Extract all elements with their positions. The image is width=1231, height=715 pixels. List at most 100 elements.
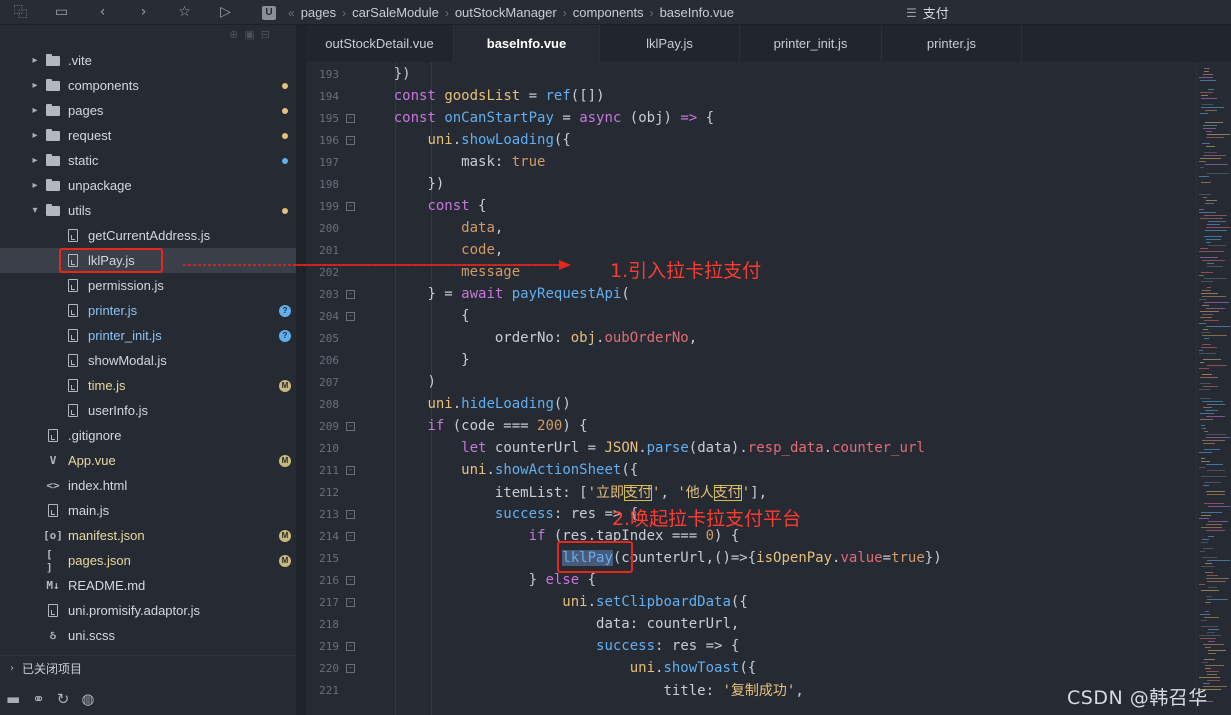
code-line[interactable]: 193 }) — [306, 63, 1196, 85]
fold-toggle-icon[interactable]: − — [346, 135, 355, 145]
code-text: let counterUrl = JSON.parse(data).resp_d… — [461, 440, 925, 456]
fold-toggle-icon[interactable]: − — [346, 597, 355, 607]
tree-item[interactable]: ▸ components — [0, 73, 296, 98]
forward-icon[interactable]: › — [123, 0, 164, 25]
chevron-right-icon[interactable]: ▸ — [30, 80, 40, 91]
minimap[interactable] — [1196, 62, 1231, 715]
minimap-stroke — [1202, 401, 1223, 402]
chevron-right-icon[interactable]: ▸ — [30, 155, 40, 166]
code-editor[interactable]: 193 }) 194 const goodsList = ref([]) 195− … — [306, 62, 1196, 715]
tab-printer[interactable]: printer.js — [882, 25, 1022, 62]
sync-icon[interactable]: ↻ — [57, 690, 70, 708]
breadcrumb-item[interactable]: components — [573, 5, 644, 20]
tree-item[interactable]: ▸ unpackage — [0, 173, 296, 198]
tree-item[interactable]: ▸ static — [0, 148, 296, 173]
code-line[interactable]: 212 itemList: ['立即支付', '他人支付'], — [306, 481, 1196, 503]
minimap-stroke — [1206, 671, 1219, 672]
tree-item[interactable]: printer_init.js? — [0, 323, 296, 348]
code-line[interactable]: 218 data: counterUrl, — [306, 613, 1196, 635]
line-number: 194 — [319, 89, 339, 103]
closed-projects-section[interactable]: › 已关闭项目 — [0, 655, 296, 680]
code-line[interactable]: 199− const { — [306, 195, 1196, 217]
code-line[interactable]: 197 mask: true — [306, 151, 1196, 173]
tree-item[interactable]: [o] manifest.json M — [0, 523, 296, 548]
tree-item[interactable]: ▾ utils — [0, 198, 296, 223]
fold-toggle-icon[interactable]: − — [346, 311, 355, 321]
tree-item[interactable]: .gitignore — [0, 423, 296, 448]
breadcrumb-item[interactable]: pages — [301, 5, 336, 20]
tab-lklpay[interactable]: lklPay.js — [600, 25, 740, 62]
breadcrumb-item[interactable]: baseInfo.vue — [660, 5, 734, 20]
run-icon[interactable]: ▷ — [205, 0, 246, 25]
tree-item[interactable]: ▸ .vite — [0, 48, 296, 73]
code-line[interactable]: 196− uni.showLoading({ — [306, 129, 1196, 151]
fold-toggle-icon[interactable]: − — [346, 201, 355, 211]
fold-toggle-icon[interactable]: − — [346, 289, 355, 299]
tree-item[interactable]: userInfo.js — [0, 398, 296, 423]
tree-item[interactable]: M↓ README.md — [0, 573, 296, 598]
tree-item[interactable]: V App.vue M — [0, 448, 296, 473]
minimap-stroke — [1202, 374, 1212, 375]
tab-outstockdetail[interactable]: outStockDetail.vue — [306, 25, 454, 62]
code-line[interactable]: 220− uni.showToast({ — [306, 657, 1196, 679]
tab-printer-init[interactable]: printer_init.js — [740, 25, 882, 62]
fold-toggle-icon[interactable]: − — [346, 663, 355, 673]
globe-icon[interactable]: ◍ — [81, 690, 94, 708]
outline-icon[interactable]: ⿻ — [0, 0, 41, 25]
tree-item[interactable]: ▸ pages — [0, 98, 296, 123]
code-line[interactable]: 216− } else { — [306, 569, 1196, 591]
code-line[interactable]: 194 const goodsList = ref([]) — [306, 85, 1196, 107]
fold-toggle-icon[interactable]: − — [346, 113, 355, 123]
code-line[interactable]: 195− const onCanStartPay = async (obj) =… — [306, 107, 1196, 129]
panel-splitter[interactable] — [296, 25, 306, 715]
code-line[interactable]: 205 orderNo: obj.oubOrderNo, — [306, 327, 1196, 349]
fold-toggle-icon[interactable]: − — [346, 421, 355, 431]
code-line[interactable]: 209− if (code === 200) { — [306, 415, 1196, 437]
code-line[interactable]: 215 lklPay(counterUrl,()=>{isOpenPay.val… — [306, 547, 1196, 569]
folder-icon[interactable]: ▬ — [6, 690, 20, 708]
tree-item[interactable]: permission.js — [0, 273, 296, 298]
tree-item[interactable]: uni.promisify.adaptor.js — [0, 598, 296, 623]
code-line[interactable]: 219− success: res => { — [306, 635, 1196, 657]
tree-item[interactable]: ▸ request — [0, 123, 296, 148]
fold-toggle-icon[interactable]: − — [346, 575, 355, 585]
minimap-stroke — [1200, 218, 1223, 219]
code-line[interactable]: 208 uni.hideLoading() — [306, 393, 1196, 415]
tree-item[interactable]: showModal.js — [0, 348, 296, 373]
tree-item[interactable]: getCurrentAddress.js — [0, 223, 296, 248]
chevron-right-icon[interactable]: ▸ — [30, 105, 40, 116]
fold-toggle-icon[interactable]: − — [346, 509, 355, 519]
tree-item[interactable]: main.js — [0, 498, 296, 523]
code-line[interactable]: 210 let counterUrl = JSON.parse(data).re… — [306, 437, 1196, 459]
tree-item[interactable]: [ ] pages.json M — [0, 548, 296, 574]
chevron-right-icon[interactable]: ▸ — [30, 55, 40, 66]
tab-baseinfo[interactable]: baseInfo.vue — [454, 25, 600, 62]
back-icon[interactable]: ‹ — [82, 0, 123, 25]
tree-item[interactable]: <> index.html — [0, 473, 296, 498]
chevron-down-icon[interactable]: ▾ — [30, 205, 40, 216]
code-line[interactable]: 217− uni.setClipboardData({ — [306, 591, 1196, 613]
binoculars-icon[interactable]: ⚭ — [32, 690, 45, 708]
fold-toggle-icon[interactable]: − — [346, 641, 355, 651]
tree-item[interactable]: time.js M — [0, 373, 296, 398]
breadcrumb-item[interactable]: carSaleModule — [352, 5, 439, 20]
chevron-right-icon[interactable]: ▸ — [30, 130, 40, 141]
code-line[interactable]: 203− } = await payRequestApi( — [306, 283, 1196, 305]
code-line[interactable]: 198 }) — [306, 173, 1196, 195]
tree-item[interactable]: ઠ uni.scss — [0, 623, 296, 648]
code-line[interactable]: 211− uni.showActionSheet({ — [306, 459, 1196, 481]
fold-toggle-icon[interactable]: − — [346, 465, 355, 475]
chevron-right-icon[interactable]: ▸ — [30, 180, 40, 191]
code-line[interactable]: 200 data, — [306, 217, 1196, 239]
fold-toggle-icon[interactable]: − — [346, 531, 355, 541]
search-input[interactable]: ☰ 支付 — [900, 0, 1231, 25]
minimap-stroke — [1205, 611, 1209, 612]
breadcrumb-item[interactable]: outStockManager — [455, 5, 557, 20]
tree-item[interactable]: printer.js? — [0, 298, 296, 323]
save-icon[interactable]: ▭ — [41, 0, 82, 25]
code-line[interactable]: 207 ) — [306, 371, 1196, 393]
star-icon[interactable]: ☆ — [164, 0, 205, 25]
code-line[interactable]: 204− { — [306, 305, 1196, 327]
code-line[interactable]: 206 } — [306, 349, 1196, 371]
code-line[interactable]: 221 title: '复制成功', — [306, 679, 1196, 701]
